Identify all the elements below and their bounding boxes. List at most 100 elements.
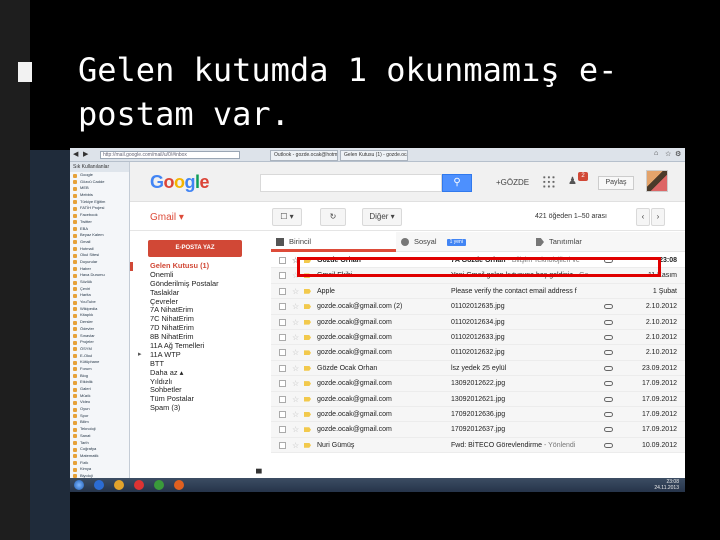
importance-marker-icon[interactable] [304, 334, 311, 340]
tab-primary[interactable]: Birincil [271, 232, 396, 252]
star-icon[interactable]: ☆ [292, 299, 299, 314]
ie-icon[interactable] [94, 480, 104, 490]
folder-item[interactable]: 11A Ağ Temelleri [130, 342, 270, 351]
back-icon[interactable]: ◀ [73, 150, 78, 158]
favorites-item[interactable]: Duyurular [70, 259, 129, 266]
favorites-item[interactable]: Forum [70, 366, 129, 373]
browser-tab-gmail[interactable]: Gelen Kutusu (1) - gozde.ocak... [340, 150, 408, 161]
google-logo[interactable]: Google [150, 172, 210, 193]
star-icon[interactable]: ☆ [292, 345, 299, 360]
favorites-item[interactable]: Ödevler [70, 326, 129, 333]
favorites-item[interactable]: Video [70, 399, 129, 406]
notification-count-badge[interactable]: 2 [578, 172, 588, 181]
email-checkbox[interactable] [279, 426, 286, 434]
email-row[interactable]: ☆ Apple Please verify the contact email ad… [271, 283, 685, 300]
email-checkbox[interactable] [279, 287, 286, 295]
favorites-item[interactable]: Çeviri [70, 286, 129, 293]
favorites-item[interactable]: Etkinlik [70, 379, 129, 386]
older-page-button[interactable]: ‹ [636, 208, 650, 226]
favorites-item[interactable]: ÖSYM [70, 346, 129, 353]
favorites-item[interactable]: Twitter [70, 219, 129, 226]
importance-marker-icon[interactable] [304, 396, 311, 402]
refresh-button[interactable]: ↻ [320, 208, 346, 226]
star-icon[interactable]: ☆ [292, 392, 299, 407]
star-icon[interactable]: ☆ [292, 422, 299, 437]
star-icon[interactable]: ☆ [292, 376, 299, 391]
expand-circles-icon[interactable]: ▸ [138, 350, 142, 358]
favorites-item[interactable]: Bilim [70, 419, 129, 426]
email-checkbox[interactable] [279, 364, 286, 372]
favorites-item[interactable]: Kitaplık [70, 312, 129, 319]
favorites-item[interactable]: Facebook [70, 212, 129, 219]
favorites-item[interactable]: Google [70, 172, 129, 179]
importance-marker-icon[interactable] [304, 288, 311, 294]
importance-marker-icon[interactable] [304, 365, 311, 371]
settings-icon[interactable]: ⚙ [675, 150, 681, 158]
notifications-bell-icon[interactable]: ♟ [568, 176, 577, 187]
favorites-item[interactable]: Teknoloji [70, 426, 129, 433]
email-checkbox[interactable] [279, 272, 286, 280]
folder-inbox[interactable]: Gelen Kutusu (1) [130, 262, 270, 271]
favorites-item[interactable]: Blog [70, 373, 129, 380]
folder-item[interactable]: Daha az ▴ [130, 369, 270, 378]
folder-item[interactable]: Sohbetler [130, 386, 270, 395]
folder-item[interactable]: Spam (3) [130, 404, 270, 413]
favorites-star-icon[interactable]: ☆ [665, 150, 671, 158]
favorites-item[interactable]: Sanat [70, 433, 129, 440]
start-button-icon[interactable] [74, 480, 84, 490]
email-checkbox[interactable] [279, 333, 286, 341]
importance-marker-icon[interactable] [304, 304, 311, 310]
search-input[interactable] [260, 174, 442, 192]
email-checkbox[interactable] [279, 318, 286, 326]
email-row[interactable]: ☆ gozde.ocak@gmail.com 17092012636.jpg 17.0… [271, 406, 685, 423]
apps-grid-icon[interactable] [542, 175, 556, 189]
favorites-item[interactable]: Sözlük [70, 279, 129, 286]
favorites-item[interactable]: Wikipedia [70, 306, 129, 313]
favorites-item[interactable]: Beyaz Kalem [70, 232, 129, 239]
email-row[interactable]: ☆ gozde.ocak@gmail.com (2) 01102012635.jpg… [271, 299, 685, 315]
star-icon[interactable]: ☆ [292, 407, 299, 422]
favorites-item[interactable]: Mebbis [70, 192, 129, 199]
favorites-item[interactable]: Oyun [70, 406, 129, 413]
email-checkbox[interactable] [279, 410, 286, 418]
tab-social[interactable]: Sosyal 1 yeni [396, 232, 531, 252]
folder-item[interactable]: Taslaklar [130, 289, 270, 298]
share-button[interactable]: Paylaş [598, 176, 634, 190]
favorites-item[interactable]: Gözcü Cadde [70, 179, 129, 186]
gmail-menu[interactable]: Gmail ▾ [150, 212, 184, 223]
star-icon[interactable]: ☆ [292, 284, 299, 299]
folder-item[interactable]: Gönderilmiş Postalar [130, 280, 270, 289]
folder-item[interactable]: Yıldızlı [130, 378, 270, 387]
media-player-icon[interactable] [134, 480, 144, 490]
address-bar[interactable]: http://mail.google.com/mail/u/0/#inbox [100, 151, 240, 159]
email-checkbox[interactable] [279, 349, 286, 357]
importance-marker-icon[interactable] [304, 319, 311, 325]
email-row[interactable]: ☆ gozde.ocak@gmail.com 01102012633.jpg 2.10… [271, 329, 685, 346]
firefox-icon[interactable] [174, 480, 184, 490]
folder-item[interactable]: 7D NihatErim [130, 324, 270, 333]
importance-marker-icon[interactable] [304, 381, 311, 387]
favorites-item[interactable]: Dersler [70, 319, 129, 326]
favorites-item[interactable]: Harita [70, 292, 129, 299]
email-checkbox[interactable] [279, 303, 286, 311]
folder-item[interactable]: BTT [130, 360, 270, 369]
favorites-item[interactable]: Spor [70, 413, 129, 420]
folder-item[interactable]: 11A WTP [130, 351, 270, 360]
star-icon[interactable]: ☆ [292, 315, 299, 330]
email-row[interactable]: ☆ Nuri Gümüş Fwd: BİTECO Görevlendirme - Y… [271, 437, 685, 454]
favorites-item[interactable]: Tarih [70, 440, 129, 447]
email-row[interactable]: ☆ gozde.ocak@gmail.com 17092012637.jpg 17.0… [271, 422, 685, 438]
folder-item[interactable]: 7A NihatErim [130, 306, 270, 315]
importance-marker-icon[interactable] [304, 442, 311, 448]
home-icon[interactable]: ⌂ [654, 150, 658, 157]
favorites-item[interactable]: Sınavlar [70, 333, 129, 340]
more-button[interactable]: Diğer ▾ [362, 208, 402, 226]
folder-item[interactable]: Çevreler [130, 298, 270, 307]
chrome-icon[interactable] [154, 480, 164, 490]
folder-item[interactable]: 8B NihatErim [130, 333, 270, 342]
email-checkbox[interactable] [279, 395, 286, 403]
explorer-icon[interactable] [114, 480, 124, 490]
favorites-item[interactable]: FATİH Projesi [70, 205, 129, 212]
forward-icon[interactable]: ▶ [83, 150, 88, 158]
email-row[interactable]: ☆ Gözde Ocak Orhan lsz yedek 25 eylül 23.09… [271, 360, 685, 377]
